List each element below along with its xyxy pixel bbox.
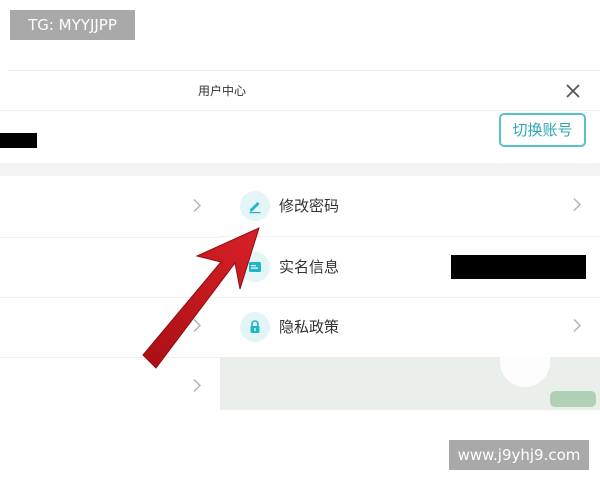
switch-account-button[interactable]: 切换账号: [499, 113, 586, 147]
watermark-top-left: TG: MYYJJPP: [10, 10, 135, 40]
section-separator: [0, 163, 600, 176]
menu-item-change-password[interactable]: 修改密码: [220, 176, 600, 237]
close-icon[interactable]: [562, 80, 584, 102]
chevron-right-icon: [572, 318, 582, 337]
chevron-right-icon: [192, 318, 202, 337]
redacted-real-name: [451, 255, 586, 279]
chevron-right-icon: [192, 378, 202, 397]
divider: [8, 70, 600, 71]
left-menu-row[interactable]: [0, 237, 220, 298]
blurred-background-image: [220, 357, 600, 410]
lock-icon: [240, 312, 270, 342]
left-menu-row[interactable]: [0, 177, 220, 238]
menu-item-label: 隐私政策: [279, 318, 340, 336]
menu-item-privacy-policy[interactable]: 隐私政策: [220, 297, 600, 358]
divider: [0, 110, 600, 111]
chevron-right-icon: [192, 198, 202, 217]
left-menu-row[interactable]: [0, 357, 220, 417]
menu-item-label: 实名信息: [279, 258, 340, 276]
left-menu-row[interactable]: [0, 297, 220, 358]
chevron-right-icon: [572, 197, 582, 216]
page-title: 用户中心: [198, 84, 247, 98]
pencil-icon: [240, 191, 270, 221]
redacted-account-name: [0, 133, 37, 148]
menu-item-label: 修改密码: [279, 197, 340, 215]
id-card-icon: [240, 252, 270, 282]
watermark-bottom-right: www.j9yhj9.com: [449, 440, 589, 470]
